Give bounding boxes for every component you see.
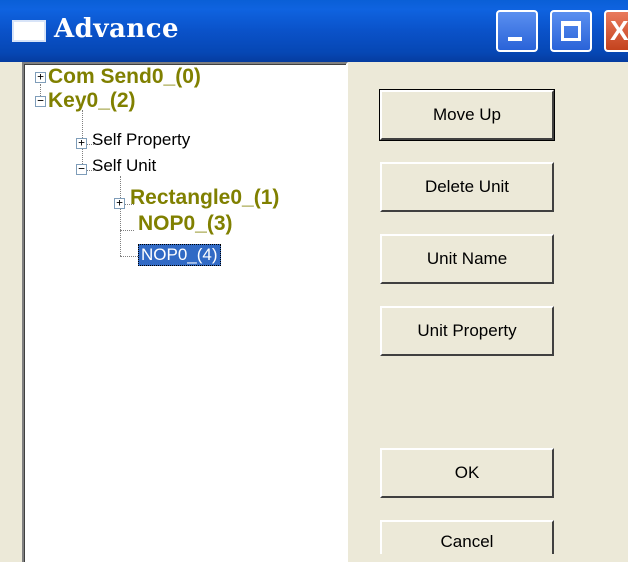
maximize-button[interactable] [550,10,592,52]
tree-node-label[interactable]: Self Property [92,130,190,150]
title-bar[interactable]: Advance X [0,0,628,62]
tree-node-label[interactable]: Rectangle0_(1) [130,186,279,210]
move-up-button[interactable]: Move Up [379,89,555,141]
minimize-button[interactable] [496,10,538,52]
unit-name-button[interactable]: Unit Name [380,234,554,284]
window-icon [12,20,46,42]
tree-connector [120,256,138,257]
window-title: Advance [54,14,180,44]
tree-node-label[interactable]: Key0_(2) [48,89,136,113]
tree-connector [120,176,121,256]
tree-node-label[interactable]: NOP0_(3) [138,212,233,236]
tree-connector [120,230,134,231]
close-button[interactable]: X [604,10,628,52]
delete-unit-button[interactable]: Delete Unit [380,162,554,212]
unit-tree-view[interactable]: + Com Send0_(0) − Key0_(2) + Self Proper… [22,62,348,562]
tree-node-label[interactable]: Com Send0_(0) [48,65,201,89]
ok-button[interactable]: OK [380,448,554,498]
tree-node-label-selected[interactable]: NOP0_(4) [138,244,221,266]
tree-node-label[interactable]: Self Unit [92,156,156,176]
minimize-icon [508,37,522,41]
close-icon: X [610,15,628,46]
unit-property-button[interactable]: Unit Property [380,306,554,356]
expand-icon[interactable]: + [76,137,87,149]
collapse-icon[interactable]: − [35,95,46,107]
cancel-button[interactable]: Cancel [380,520,554,554]
expand-icon[interactable]: + [114,197,125,209]
expand-icon[interactable]: + [35,71,46,83]
maximize-icon [561,21,581,41]
collapse-icon[interactable]: − [76,163,87,175]
